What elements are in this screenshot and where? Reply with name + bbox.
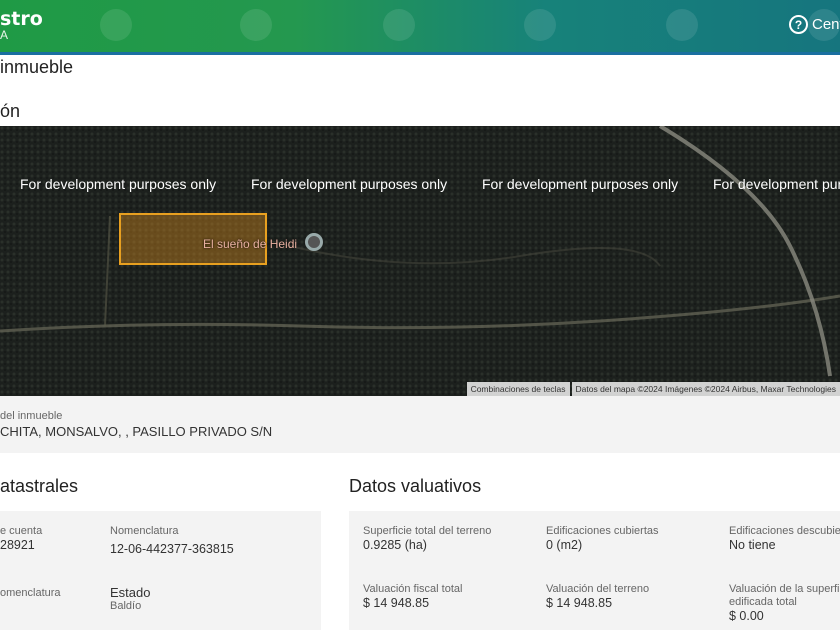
address-value: CHITA, MONSALVO, , PASILLO PRIVADO S/N xyxy=(0,424,273,439)
valuativos-title: Datos valuativos xyxy=(349,476,482,496)
logo[interactable]: stro xyxy=(0,8,43,30)
field-value: No tiene xyxy=(729,538,776,552)
place-label[interactable]: El sueño de Heidi xyxy=(203,237,297,251)
address-label: del inmueble xyxy=(0,410,63,422)
field-label: Edificaciones descubie xyxy=(729,525,840,537)
address-panel: del inmueble CHITA, MONSALVO, , PASILLO … xyxy=(0,396,840,453)
map-attribution: Combinaciones de teclas Datos del mapa ©… xyxy=(465,382,840,396)
field-label: Valuación del terreno xyxy=(546,583,650,595)
field-label: Valuación de la superficie edificada tot… xyxy=(729,583,840,608)
top-header: stro A ? Cent xyxy=(0,0,840,55)
logo-subtitle: A xyxy=(0,28,9,42)
field-value: 28921 xyxy=(0,538,35,552)
map[interactable]: For development purposes only For develo… xyxy=(0,126,840,396)
dev-watermark: For development purposes only xyxy=(713,176,840,192)
field-value: 0.9285 (ha) xyxy=(363,538,427,552)
catastrales-panel: e cuenta 28921 Nomenclatura 12-06-442377-3… xyxy=(0,511,321,630)
valuativos-panel: Superficie total del terreno 0.9285 (ha) … xyxy=(349,511,840,630)
field-label: Valuación fiscal total xyxy=(363,583,463,595)
field-value: 12-06-442377-363815 xyxy=(110,542,234,556)
field-value: 0 (m2) xyxy=(546,538,583,552)
field-label: Edificaciones cubiertas xyxy=(546,525,659,537)
catastrales-title: atastrales xyxy=(0,476,79,496)
field-label: omenclatura xyxy=(0,587,61,599)
field-label: Superficie total del terreno xyxy=(363,525,492,537)
place-pin-icon[interactable] xyxy=(305,233,323,251)
field-value: $ 0.00 xyxy=(729,609,764,623)
keyboard-shortcuts-link[interactable]: Combinaciones de teclas xyxy=(466,382,570,396)
field-value: $ 14 948.85 xyxy=(546,596,613,610)
help-center-link[interactable]: ? Cent xyxy=(789,15,840,34)
dev-watermark: For development purposes only xyxy=(482,176,679,192)
page-title: inmueble xyxy=(0,57,74,77)
dev-watermark: For development purposes only xyxy=(251,176,448,192)
help-label: Cent xyxy=(812,16,840,33)
field-value: Baldío xyxy=(110,600,142,612)
field-label: e cuenta xyxy=(0,525,43,537)
field-value: $ 14 948.85 xyxy=(363,596,430,610)
field-label: Estado xyxy=(110,585,151,600)
map-data-credit: Datos del mapa ©2024 Imágenes ©2024 Airb… xyxy=(571,382,840,396)
question-circle-icon: ? xyxy=(789,15,808,34)
location-title: ón xyxy=(0,101,21,121)
dev-watermark: For development purposes only xyxy=(20,176,217,192)
field-label: Nomenclatura xyxy=(110,525,179,537)
